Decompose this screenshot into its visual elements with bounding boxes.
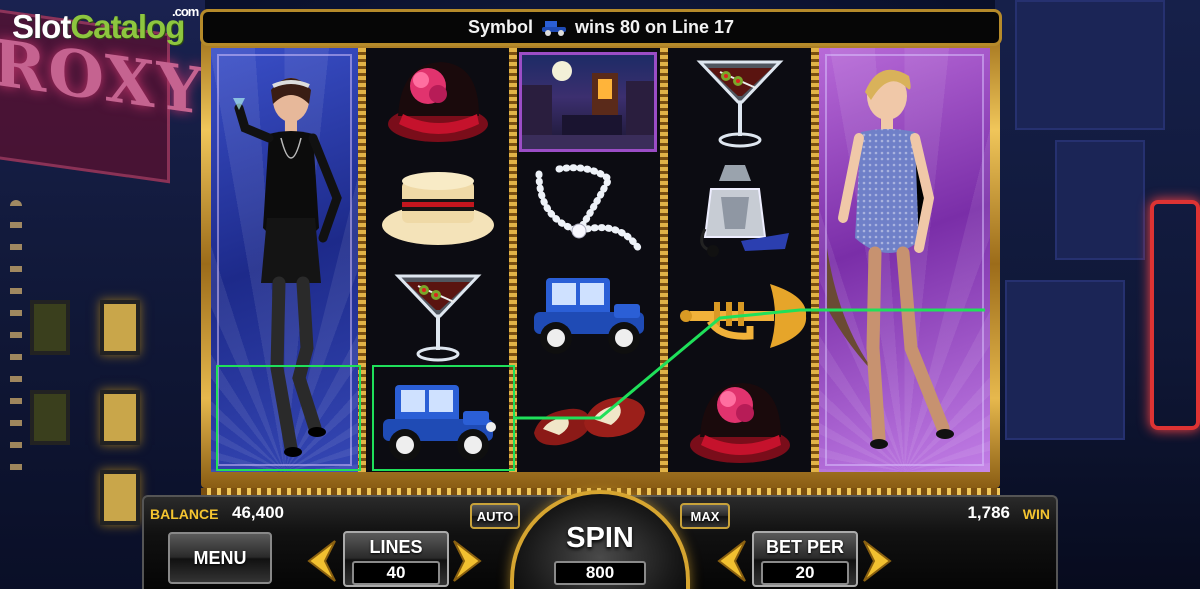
trumpet-icon	[679, 283, 806, 348]
trumpet-symbol	[668, 262, 811, 369]
menu-button[interactable]: MENU	[168, 532, 272, 584]
red-cloche-hat-symbol	[668, 369, 811, 476]
bet-increase-arrow-icon[interactable]	[862, 539, 896, 583]
red-cloche-hat-icon	[387, 61, 488, 142]
building	[1005, 280, 1125, 440]
slotcatalog-logo: SlotCatalog .com	[12, 4, 199, 46]
marquee-lights	[10, 200, 22, 480]
blue-car-icon	[541, 20, 566, 36]
building-window	[100, 390, 140, 445]
lines-label: LINES	[369, 537, 423, 557]
balance-label: BALANCE	[150, 506, 219, 522]
red-cloche-hat-icon	[689, 382, 790, 463]
red-cloche-hat-symbol	[366, 48, 509, 155]
winning-symbol-highlight	[372, 365, 515, 471]
flapper-blue-dress-icon	[827, 69, 954, 449]
win-message-bar: Symbol wins 80 on Line 17	[200, 9, 1002, 46]
building-window	[100, 470, 140, 525]
message-prefix: Symbol	[467, 17, 533, 37]
pearl-necklace-symbol	[517, 155, 660, 262]
straw-boater-hat-icon	[381, 171, 494, 245]
spin-label[interactable]: SPIN	[510, 522, 690, 555]
win-value: 1,786	[967, 503, 1010, 522]
city-night-scene-symbol	[517, 48, 660, 155]
martini-glass-symbol	[668, 48, 811, 155]
bet-per-label: BET PER	[765, 537, 844, 557]
blue-vintage-car-symbol	[517, 262, 660, 369]
message-suffix: wins 80 on Line 17	[574, 17, 735, 37]
balance-value: 46,400	[232, 503, 284, 522]
win-label: WIN	[1022, 506, 1050, 522]
bet-per-value: 20	[761, 561, 849, 585]
two-tone-shoes-symbol	[517, 369, 660, 476]
lines-value: 40	[352, 561, 440, 585]
total-bet-value: 800	[554, 561, 646, 585]
building-window	[30, 390, 70, 445]
straw-boater-hat-symbol	[366, 155, 509, 262]
perfume-bottle-symbol	[668, 155, 811, 262]
building-window	[100, 300, 140, 355]
building	[1015, 0, 1165, 130]
winning-symbol-highlight	[216, 365, 361, 471]
two-tone-shoes-icon	[533, 396, 645, 445]
logo-com-text: .com	[172, 4, 199, 19]
reel-5-wild	[819, 48, 990, 472]
perfume-bottle-icon	[699, 164, 789, 257]
lines-increase-arrow-icon[interactable]	[452, 539, 486, 583]
logo-slot-text: Slot	[12, 8, 71, 45]
martini-glass-symbol	[366, 262, 509, 369]
reel-4	[668, 48, 811, 472]
reel-3	[517, 48, 660, 472]
martini-glass-icon	[696, 60, 783, 147]
reel-separator	[811, 48, 819, 472]
reel-separator	[660, 48, 668, 472]
logo-catalog-text: Catalog	[70, 8, 185, 45]
building-window	[30, 300, 70, 355]
bet-decrease-arrow-icon[interactable]	[713, 539, 747, 583]
pearl-necklace-icon	[535, 163, 642, 252]
martini-glass-icon	[394, 274, 481, 361]
blue-vintage-car-icon	[533, 278, 644, 354]
city-scene-icon	[519, 52, 657, 152]
neon-sign-right	[1150, 200, 1200, 430]
building	[1055, 140, 1145, 260]
lines-decrease-arrow-icon[interactable]	[303, 539, 337, 583]
